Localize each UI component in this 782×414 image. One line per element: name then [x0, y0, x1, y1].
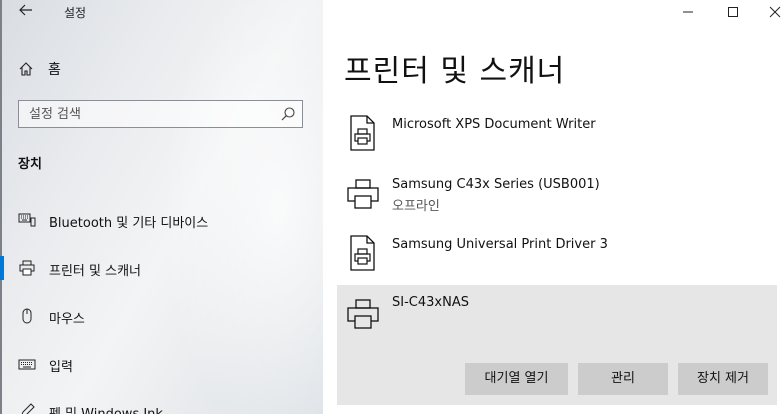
sidebar-item-label: 펜 및 Windows Ink	[49, 403, 163, 414]
home-label: 홈	[48, 62, 61, 78]
printer-item[interactable]: Samsung Universal Print Driver 3	[337, 227, 777, 285]
mouse-icon	[22, 308, 32, 324]
sidebar-item-printers[interactable]: 프린터 및 스캐너	[0, 253, 323, 283]
maximize-icon	[728, 7, 738, 17]
printer-status: 오프라인	[392, 199, 440, 214]
minimize-icon	[683, 11, 693, 13]
printer-document-icon	[350, 235, 375, 271]
app-title: 설정	[64, 6, 87, 20]
remove-device-button[interactable]: 장치 제거	[678, 363, 768, 395]
sidebar-item-bluetooth[interactable]: Bluetooth 및 기타 디바이스	[0, 205, 323, 235]
bluetooth-devices-icon	[18, 213, 36, 227]
manage-button[interactable]: 관리	[578, 363, 668, 395]
page-title: 프린터 및 스캐너	[344, 54, 566, 89]
sidebar-item-label: 마우스	[49, 312, 85, 327]
sidebar: 설정 홈 장치 Bluetooth 및 기타 디바이스 프린터 및 스캐너	[0, 0, 323, 414]
search-box[interactable]	[18, 100, 303, 128]
maximize-button[interactable]	[718, 0, 748, 24]
section-heading: 장치	[18, 157, 42, 172]
search-input[interactable]	[19, 101, 279, 127]
printer-name: Samsung C43x Series (USB001)	[392, 177, 600, 192]
printer-item[interactable]: Samsung C43x Series (USB001) 오프라인	[337, 167, 777, 225]
sidebar-item-label: Bluetooth 및 기타 디바이스	[49, 216, 209, 231]
printer-name: Samsung Universal Print Driver 3	[392, 237, 608, 252]
printer-icon	[347, 179, 379, 209]
printer-item-selected[interactable]: SI-C43xNAS 대기열 열기 관리 장치 제거	[337, 285, 777, 405]
printer-icon	[347, 299, 379, 329]
printer-name: SI-C43xNAS	[392, 295, 469, 310]
pen-icon	[21, 403, 35, 414]
close-icon	[769, 6, 781, 18]
sidebar-item-home[interactable]: 홈	[18, 58, 61, 80]
minimize-button[interactable]	[673, 0, 703, 24]
printer-icon	[19, 260, 35, 276]
open-queue-button[interactable]: 대기열 열기	[465, 363, 568, 395]
search-icon[interactable]	[280, 106, 296, 122]
back-arrow-icon	[19, 4, 32, 16]
active-indicator	[0, 256, 4, 280]
sidebar-item-pen[interactable]: 펜 및 Windows Ink	[0, 396, 323, 414]
printer-item[interactable]: Microsoft XPS Document Writer	[337, 107, 777, 165]
back-button[interactable]	[18, 2, 36, 22]
printer-document-icon	[350, 115, 375, 151]
printer-name: Microsoft XPS Document Writer	[392, 117, 596, 132]
close-button[interactable]	[760, 0, 782, 24]
sidebar-item-typing[interactable]: 입력	[0, 349, 323, 379]
sidebar-item-label: 프린터 및 스캐너	[49, 264, 141, 279]
home-icon	[19, 62, 33, 76]
sidebar-item-label: 입력	[49, 360, 73, 375]
sidebar-item-mouse[interactable]: 마우스	[0, 301, 323, 331]
keyboard-icon	[18, 359, 36, 370]
